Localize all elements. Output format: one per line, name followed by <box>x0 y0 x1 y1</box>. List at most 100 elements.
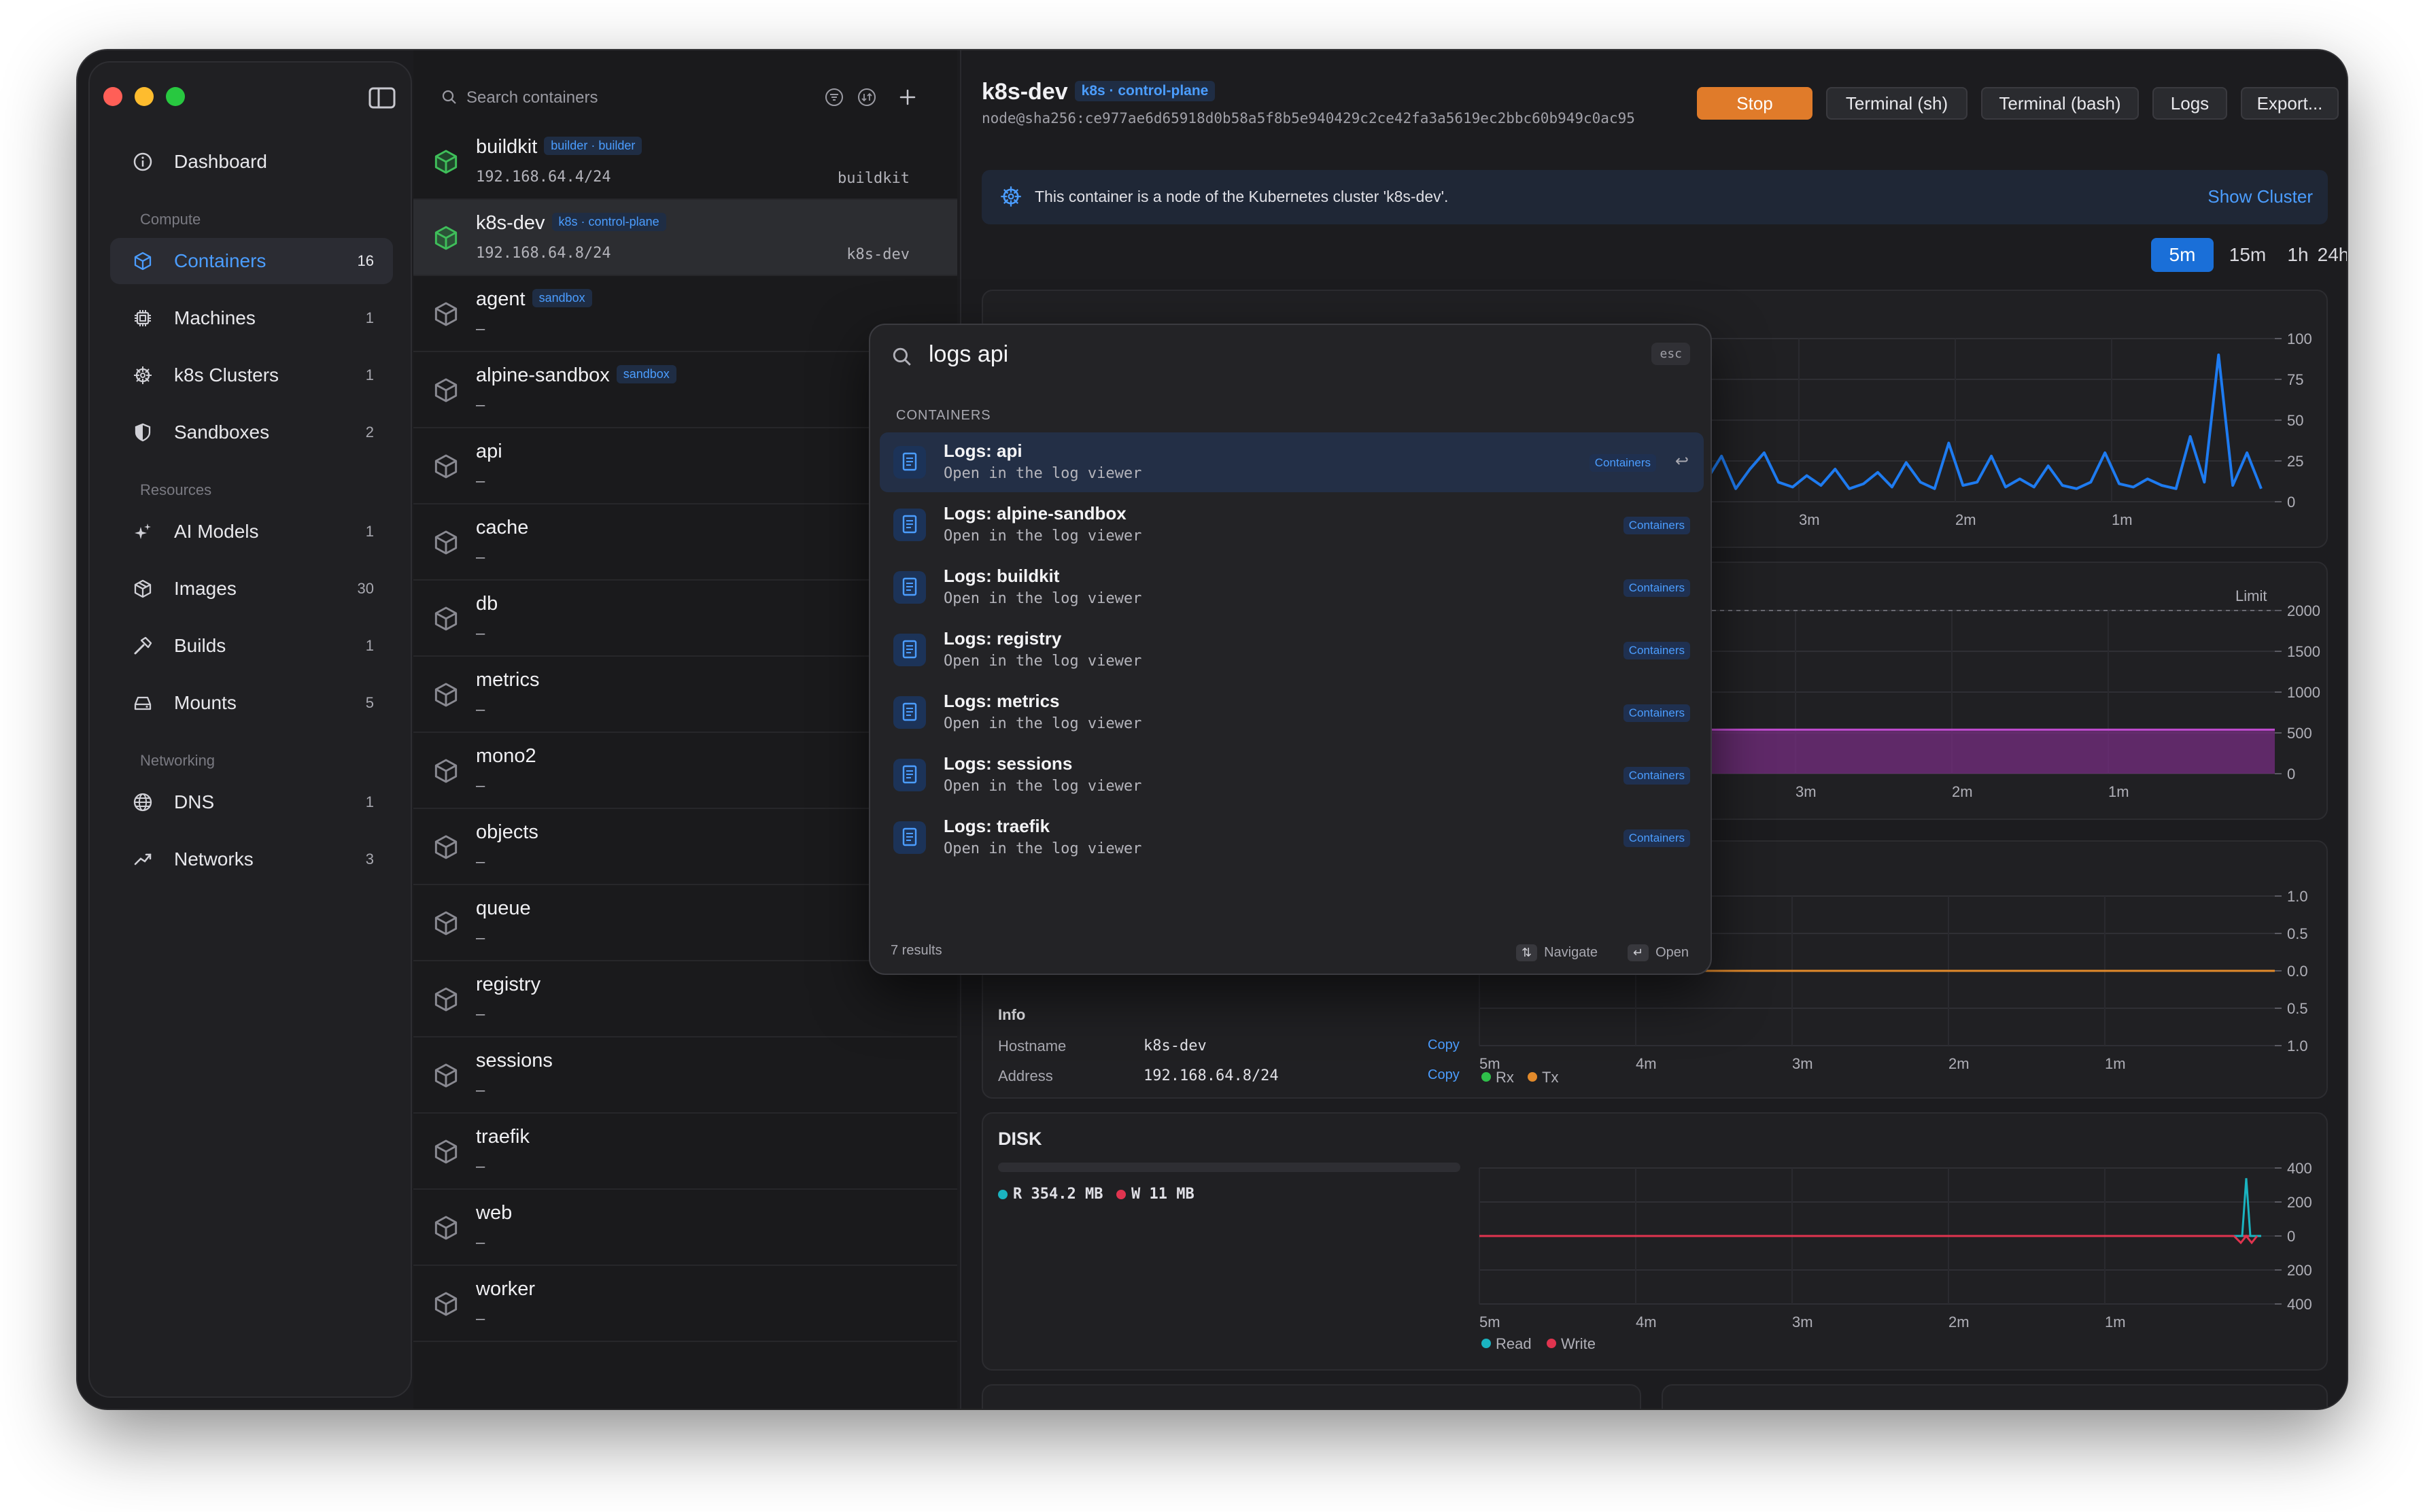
minimize-window-button[interactable] <box>135 87 154 106</box>
container-row[interactable]: k8s-dev k8s · control-plane 192.168.64.8/2… <box>413 200 957 276</box>
sidebar-item-dashboard[interactable]: Dashboard <box>110 139 393 185</box>
info-title: Info <box>998 1006 1026 1023</box>
y-tick-label: 0 <box>2287 1228 2295 1245</box>
result-title: Logs: buildkit <box>944 566 1060 586</box>
sidebar-item-count: 1 <box>365 366 374 383</box>
container-address: – <box>476 549 485 566</box>
sidebar-item-sandboxes[interactable]: Sandboxes 2 <box>110 409 393 456</box>
sidebar-item-count: 1 <box>365 793 374 810</box>
container-row[interactable]: traefik – <box>413 1114 957 1190</box>
container-status-icon <box>434 378 458 402</box>
zoom-window-button[interactable] <box>166 87 185 106</box>
stop-button[interactable]: Stop <box>1697 87 1812 120</box>
sidebar-item-label: DNS <box>174 791 215 812</box>
container-name: k8s-dev k8s · control-plane <box>476 212 666 235</box>
y-tick-label: 200 <box>2287 1194 2312 1211</box>
sidebar-toggle-icon[interactable] <box>368 87 396 109</box>
container-status-icon <box>434 606 458 631</box>
container-name-text: queue <box>476 897 531 919</box>
palette-result[interactable]: Logs: alpine-sandbox Open in the log view… <box>880 495 1704 555</box>
filter-icon[interactable] <box>824 87 844 107</box>
y-tick-label: 500 <box>2287 725 2312 742</box>
x-tick-label: 2m <box>1948 1313 1970 1330</box>
container-name-text: traefik <box>476 1126 530 1148</box>
sidebar-item-builds[interactable]: Builds 1 <box>110 623 393 669</box>
copy-hostname-button[interactable]: Copy <box>1428 1037 1460 1053</box>
y-tick-label: 0 <box>2287 766 2295 783</box>
range-1h[interactable]: 1h <box>2278 238 2318 272</box>
palette-result[interactable]: Logs: buildkit Open in the log viewer Cont… <box>880 557 1704 617</box>
return-icon: ↩ <box>1674 452 1689 470</box>
sidebar-item-label: Sandboxes <box>174 422 270 443</box>
palette-result[interactable]: Logs: registry Open in the log viewer Cont… <box>880 620 1704 680</box>
result-title: Logs: alpine-sandbox <box>944 503 1127 523</box>
y-tick-label: 200 <box>2287 1262 2312 1279</box>
range-24h[interactable]: 24h <box>2318 238 2347 272</box>
y-tick-label: 1.0 <box>2287 1037 2308 1054</box>
sidebar-item-dns[interactable]: DNS 1 <box>110 779 393 825</box>
sidebar-item-count: 1 <box>365 637 374 654</box>
hostname-label: Hostname <box>998 1037 1067 1054</box>
palette-result[interactable]: Logs: metrics Open in the log viewer Conta… <box>880 683 1704 742</box>
show-cluster-link[interactable]: Show Cluster <box>2207 186 2313 207</box>
palette-result[interactable]: Logs: traefik Open in the log viewer Conta… <box>880 808 1704 867</box>
terminal-bash-button[interactable]: Terminal (bash) <box>1981 87 2139 120</box>
result-subtitle: Open in the log viewer <box>944 465 1142 482</box>
logs-button[interactable]: Logs <box>2152 87 2227 120</box>
sidebar-item-label: Machines <box>174 307 256 328</box>
y-tick-label: 400 <box>2287 1160 2312 1177</box>
helm-wheel-icon <box>1001 186 1021 207</box>
result-category-badge: Containers <box>1623 767 1690 785</box>
bottom-left-panel <box>982 1384 1641 1409</box>
open-hint: ↵ Open <box>1628 944 1689 961</box>
x-tick-label: 5m <box>1479 1313 1500 1330</box>
esc-key-hint[interactable]: esc <box>1651 343 1690 365</box>
container-name-text: metrics <box>476 669 540 691</box>
container-name-text: web <box>476 1202 513 1224</box>
result-subtitle: Open in the log viewer <box>944 528 1142 545</box>
range-15m[interactable]: 15m <box>2219 238 2276 272</box>
container-row[interactable]: worker – <box>413 1266 957 1342</box>
document-icon <box>893 571 926 604</box>
sort-icon[interactable] <box>857 87 877 107</box>
container-row[interactable]: sessions – <box>413 1037 957 1114</box>
result-title: Logs: api <box>944 441 1023 461</box>
plus-icon[interactable] <box>897 87 918 107</box>
sidebar-item-images[interactable]: Images 30 <box>110 566 393 612</box>
document-icon <box>893 696 926 729</box>
container-address: – <box>476 1006 485 1023</box>
container-row[interactable]: buildkit builder · builder 192.168.64.4/24… <box>413 124 957 200</box>
container-row[interactable]: registry – <box>413 961 957 1037</box>
container-status-icon <box>434 987 458 1012</box>
container-name-text: alpine-sandbox <box>476 364 610 386</box>
result-subtitle: Open in the log viewer <box>944 590 1142 607</box>
sidebar-item-mounts[interactable]: Mounts 5 <box>110 680 393 726</box>
sidebar-item-ai-models[interactable]: AI Models 1 <box>110 509 393 555</box>
sidebar-item-k8s-clusters[interactable]: k8s Clusters 1 <box>110 352 393 398</box>
chip-icon <box>129 305 156 332</box>
container-name-text: mono2 <box>476 745 536 767</box>
container-address: – <box>476 1158 485 1175</box>
container-tag: builder · builder <box>544 136 642 155</box>
container-search[interactable]: Search containers <box>413 78 957 118</box>
container-name-text: db <box>476 593 498 615</box>
range-5m[interactable]: 5m <box>2151 238 2214 272</box>
sidebar-item-networks[interactable]: Networks 3 <box>110 836 393 882</box>
container-row[interactable]: web – <box>413 1190 957 1266</box>
palette-result[interactable]: Logs: sessions Open in the log viewer Cont… <box>880 745 1704 805</box>
container-address: – <box>476 702 485 719</box>
sidebar-item-containers[interactable]: Containers 16 <box>110 238 393 284</box>
container-name: agent sandbox <box>476 288 592 311</box>
palette-query-input[interactable]: logs api <box>929 341 1008 368</box>
export-button[interactable]: Export... <box>2241 87 2339 120</box>
terminal-sh-button[interactable]: Terminal (sh) <box>1826 87 1967 120</box>
document-icon <box>893 509 926 541</box>
container-status-icon <box>434 530 458 555</box>
y-tick-label: 0.0 <box>2287 963 2308 980</box>
document-icon <box>893 634 926 666</box>
palette-result[interactable]: Logs: api Open in the log viewer Container… <box>880 432 1704 492</box>
result-count: 7 results <box>891 943 942 958</box>
sidebar-item-machines[interactable]: Machines 1 <box>110 295 393 341</box>
close-window-button[interactable] <box>103 87 122 106</box>
copy-address-button[interactable]: Copy <box>1428 1067 1460 1083</box>
